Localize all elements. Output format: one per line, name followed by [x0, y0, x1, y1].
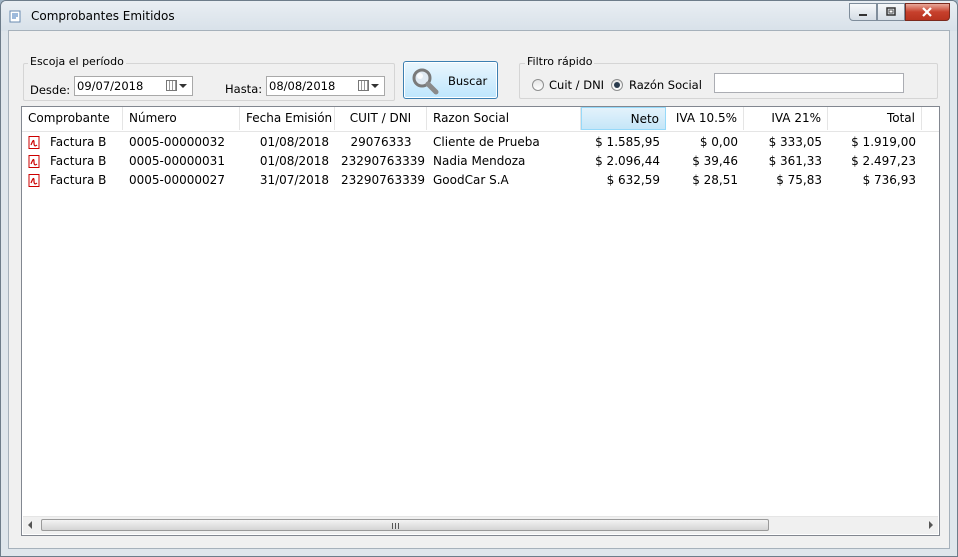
desde-value: 09/07/2018	[77, 79, 144, 93]
cell-numero: 0005-00000032	[129, 135, 225, 149]
cell-total: $ 1.919,00	[851, 135, 916, 149]
app-window: Comprobantes Emitidos Escoja el período …	[0, 0, 958, 557]
table-row[interactable]: Factura B 0005-00000032 01/08/2018 29076…	[22, 133, 939, 152]
desde-label: Desde:	[30, 83, 71, 97]
filtro-group-label: Filtro rápido	[525, 55, 595, 68]
chevron-down-icon	[179, 84, 187, 88]
close-icon	[922, 7, 932, 17]
cell-fecha: 31/07/2018	[259, 173, 329, 187]
table-row[interactable]: Factura B 0005-00000031 01/08/2018 23290…	[22, 152, 939, 171]
cell-numero: 0005-00000027	[129, 173, 225, 187]
scrollbar-thumb[interactable]	[41, 519, 769, 531]
magnifier-icon	[412, 68, 439, 95]
col-header-fecha[interactable]: Fecha Emisión	[240, 107, 335, 130]
app-icon	[9, 10, 21, 23]
minimize-button[interactable]	[849, 3, 877, 21]
hasta-value: 08/08/2018	[269, 79, 336, 93]
radio-razon-social[interactable]	[611, 79, 623, 91]
cell-fecha: 01/08/2018	[259, 135, 329, 149]
hasta-datepicker[interactable]: 08/08/2018	[266, 76, 385, 96]
grip-icon	[392, 523, 400, 529]
col-header-cuit[interactable]: CUIT / DNI	[335, 107, 427, 130]
pdf-icon	[28, 136, 40, 149]
cell-iva105: $ 0,00	[699, 135, 738, 149]
cell-iva21: $ 333,05	[768, 135, 822, 149]
col-header-razon[interactable]: Razon Social	[427, 107, 581, 130]
cell-cuit: 29076333	[350, 135, 412, 149]
cell-iva105: $ 28,51	[692, 173, 738, 187]
col-header-iva21[interactable]: IVA 21%	[744, 107, 828, 130]
buscar-label: Buscar	[448, 74, 488, 88]
cell-comprobante: Factura B	[50, 173, 107, 187]
desde-datepicker[interactable]: 09/07/2018	[74, 76, 193, 96]
radio-razon-social-label[interactable]: Razón Social	[629, 78, 702, 92]
cell-razon: Cliente de Prueba	[433, 135, 540, 149]
maximize-button[interactable]	[877, 3, 905, 21]
radio-cuit-dni-label[interactable]: Cuit / DNI	[549, 78, 604, 92]
periodo-group-label: Escoja el período	[28, 55, 126, 68]
cell-neto: $ 632,59	[606, 173, 660, 187]
table-row[interactable]: Factura B 0005-00000027 31/07/2018 23290…	[22, 171, 939, 190]
cell-neto: $ 2.096,44	[595, 154, 660, 168]
hasta-label: Hasta:	[225, 82, 263, 96]
cell-razon: Nadia Mendoza	[433, 154, 526, 168]
col-header-numero[interactable]: Número	[123, 107, 240, 130]
chevron-down-icon	[371, 84, 379, 88]
cell-neto: $ 1.585,95	[595, 135, 660, 149]
comprobantes-list[interactable]: Comprobante Número Fecha Emisión CUIT / …	[21, 106, 940, 536]
cell-fecha: 01/08/2018	[259, 154, 329, 168]
window-title: Comprobantes Emitidos	[31, 9, 175, 23]
pdf-icon	[28, 155, 40, 168]
cell-comprobante: Factura B	[50, 154, 107, 168]
cell-total: $ 2.497,23	[851, 154, 916, 168]
restore-icon	[886, 7, 896, 16]
list-header: Comprobante Número Fecha Emisión CUIT / …	[22, 107, 939, 132]
cell-razon: GoodCar S.A	[433, 173, 509, 187]
cell-comprobante: Factura B	[50, 135, 107, 149]
cell-numero: 0005-00000031	[129, 154, 225, 168]
scroll-right-icon[interactable]	[929, 521, 933, 529]
close-button[interactable]	[905, 3, 950, 21]
radio-cuit-dni[interactable]	[532, 79, 544, 91]
col-header-comprobante[interactable]: Comprobante	[22, 107, 123, 130]
horizontal-scrollbar[interactable]	[23, 516, 938, 534]
minimize-icon	[859, 14, 867, 16]
col-header-neto[interactable]: Neto	[581, 107, 666, 130]
filtro-search-input[interactable]	[714, 73, 904, 93]
col-header-total[interactable]: Total	[828, 107, 922, 130]
col-header-iva105[interactable]: IVA 10.5%	[666, 107, 744, 130]
calendar-icon	[358, 80, 369, 91]
cell-cuit: 23290763339	[341, 154, 425, 168]
title-bar[interactable]: Comprobantes Emitidos	[1, 1, 957, 31]
client-area: Escoja el período Desde: 09/07/2018 Hast…	[8, 30, 950, 549]
cell-cuit: 23290763339	[341, 173, 425, 187]
scroll-left-icon[interactable]	[28, 521, 32, 529]
calendar-icon	[166, 80, 177, 91]
cell-iva21: $ 361,33	[768, 154, 822, 168]
pdf-icon	[28, 174, 40, 187]
cell-iva21: $ 75,83	[776, 173, 822, 187]
cell-total: $ 736,93	[862, 173, 916, 187]
cell-iva105: $ 39,46	[692, 154, 738, 168]
buscar-button[interactable]: Buscar	[403, 61, 498, 99]
